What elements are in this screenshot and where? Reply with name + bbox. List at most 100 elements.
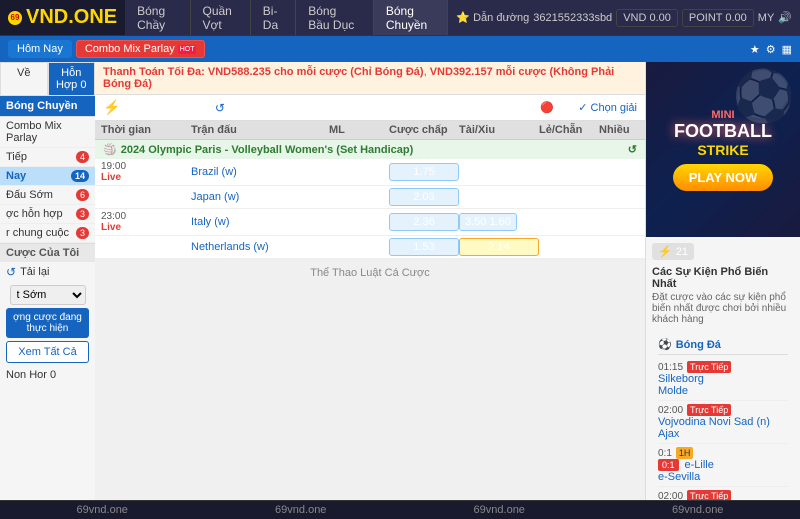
- sidebar-item-nay[interactable]: Nay 14: [0, 167, 95, 186]
- cuoc-cua-toi-label: Cược Của Tôi: [0, 244, 95, 262]
- col-ml: ML: [329, 124, 389, 136]
- user-id: 3621552333sbd: [533, 12, 612, 24]
- ve-tab[interactable]: Về: [0, 62, 48, 96]
- tai-lai-label[interactable]: Tải lại: [20, 266, 49, 278]
- nay-badge: 14: [71, 170, 89, 182]
- event-1-row1: 01:15 Trực Tiếp: [658, 361, 788, 373]
- zap-icon: ⚡: [658, 245, 672, 258]
- sidebar-section-combo: Combo Mix Parlay Tiếp 4 Nay 14 Đấu Sớm 6…: [0, 117, 95, 244]
- footer-link-2[interactable]: 69vnd.one: [275, 504, 326, 516]
- hom-nay-tab[interactable]: Hôm Nay: [8, 40, 72, 58]
- event-2-team2[interactable]: Ajax: [658, 428, 788, 440]
- col-chap: Cược chấp: [389, 124, 459, 136]
- main-layout: Về Hỗn Hợp 0 Bóng Chuyền Combo Mix Parla…: [0, 62, 800, 500]
- vnd-display: VND 0.00: [616, 9, 678, 27]
- refresh-icon[interactable]: ↺: [6, 265, 16, 279]
- tab-bong-chay[interactable]: Bóng Chầy: [125, 0, 190, 35]
- footer-link-1[interactable]: 69vnd.one: [77, 504, 128, 516]
- match-2-xiu-btn[interactable]: 2.14: [459, 238, 539, 256]
- refresh-group-icon[interactable]: ↺: [628, 143, 637, 156]
- match-2-chap2: 1.53: [389, 238, 459, 256]
- event-3-team1[interactable]: 0:1 e-Lille: [658, 459, 788, 471]
- sidebar-item-combo[interactable]: Combo Mix Parlay: [0, 117, 95, 148]
- sidebar-item-tiep[interactable]: Tiếp 4: [0, 148, 95, 167]
- cuoc-dang-btn[interactable]: ợng cược đang thực hiện: [6, 308, 89, 338]
- event-item-4: 02:00 Trực Tiếp Rijeka FC Coprivul Huned…: [658, 487, 788, 500]
- event-3-time: 0:1: [658, 448, 672, 459]
- event-2-time: 02:00: [658, 405, 683, 416]
- refresh-bet-icon[interactable]: ↺: [215, 101, 225, 115]
- bet-type-select[interactable]: t Sớm: [10, 285, 86, 305]
- event-item-1: 01:15 Trực Tiếp Silkeborg Molde: [658, 358, 788, 401]
- ad-banner[interactable]: ⚽ MINI FOOTBALL STRIKE PLAY NOW: [646, 62, 800, 237]
- chung-cuoc-badge: 3: [76, 227, 89, 239]
- match-1-team1[interactable]: Brazil (w): [191, 166, 329, 178]
- match-group-label: 2024 Olympic Paris - Volleyball Women's …: [121, 144, 414, 156]
- star-icon[interactable]: ★: [750, 43, 760, 56]
- match-2-team1[interactable]: Italy (w): [191, 216, 329, 228]
- my-label[interactable]: MY: [758, 12, 775, 24]
- footer-note: Thể Thao Luật Cá Cược: [95, 259, 645, 287]
- tab-quan-vot[interactable]: Quần Vợt: [191, 0, 251, 35]
- checkmark-icon: ✓: [578, 102, 587, 114]
- col-nhieu: Nhiều: [599, 124, 639, 136]
- point-display: POINT 0.00: [682, 9, 754, 27]
- sidebar-item-hon-hop[interactable]: ợc hỗn hợp 3: [0, 205, 95, 224]
- sound-icon[interactable]: 🔊: [778, 11, 792, 24]
- hon-hop-tab[interactable]: Hỗn Hợp 0: [48, 62, 96, 96]
- event-1-status: Trực Tiếp: [687, 361, 731, 373]
- dau-som-badge: 6: [76, 189, 89, 201]
- match-1-ml: 1.50: [329, 166, 389, 178]
- match-1-chap1-btn[interactable]: 1.75: [389, 163, 459, 181]
- right-sidebar: ⚽ MINI FOOTBALL STRIKE PLAY NOW ⚡ 21 Các…: [645, 62, 800, 500]
- event-2-team1[interactable]: Vojvodina Novi Sad (n): [658, 416, 788, 428]
- match-1-team2[interactable]: Japan (w): [191, 191, 329, 203]
- match-2-team2[interactable]: Netherlands (w): [191, 241, 329, 253]
- match-2-xiu: 2.14: [459, 238, 539, 256]
- footer-link-3[interactable]: 69vnd.one: [474, 504, 525, 516]
- footer-link-4[interactable]: 69vnd.one: [672, 504, 723, 516]
- tab-bong-bau-duc[interactable]: Bóng Bầu Dục: [296, 0, 374, 35]
- sport-section: ⚽ Bóng Đá 01:15 Trực Tiếp Silkeborg Mold…: [652, 331, 794, 500]
- sidebar-item-dau-som[interactable]: Đấu Sớm 6: [0, 186, 95, 205]
- event-1-team2[interactable]: Molde: [658, 385, 788, 397]
- cuoc-hon-hop-label: Cược hỗn hợp: [128, 101, 206, 115]
- table-header: Thời gian Trận đấu ML Cược chấp Tài/Xiu …: [95, 121, 645, 140]
- event-1-time: 01:15: [658, 362, 683, 373]
- dan-duong-label: ⭐ Dẫn đường: [456, 11, 529, 24]
- layout-icon[interactable]: ▦: [782, 43, 792, 56]
- football-label: FOOTBALL: [673, 121, 774, 142]
- tai-lai-row: ↺ Tải lại: [0, 262, 95, 282]
- logo-text: VND.ONE: [26, 6, 117, 29]
- mini-label: MINI: [673, 109, 774, 121]
- match-2-chap2-btn[interactable]: 1.53: [389, 238, 459, 256]
- match-1-time: 19:00 Live: [101, 161, 191, 183]
- events-section: ⚡ 21 Các Sự Kiện Phổ Biến Nhất Đặt cược …: [646, 237, 800, 500]
- header-nav: Bóng Chầy Quần Vợt Bi-Da Bóng Bầu Dục Bó…: [125, 0, 800, 35]
- match-row-1: 19:00 Live Brazil (w) 1.50 1.75 Japan (w…: [95, 159, 645, 209]
- play-now-btn[interactable]: PLAY NOW: [673, 164, 774, 191]
- hon-hop-badge: 3: [76, 208, 89, 220]
- event-1-team1[interactable]: Silkeborg: [658, 373, 788, 385]
- sidebar-item-chung-cuoc[interactable]: r chung cuộc 3: [0, 224, 95, 243]
- match-2-chap1-btn[interactable]: 2.36: [389, 213, 459, 231]
- tab-bong-chuyen[interactable]: Bóng Chuyền: [374, 0, 448, 35]
- event-3-team2[interactable]: e-Sevilla: [658, 471, 788, 483]
- left-sidebar: Về Hỗn Hợp 0 Bóng Chuyền Combo Mix Parla…: [0, 62, 95, 500]
- xem-tat-ca-btn[interactable]: Xem Tất Cả: [6, 341, 89, 363]
- match-row-2-line1: 23:00 Live Italy (w) 2.50 2.36 3.50 1.60: [95, 209, 645, 236]
- tab-bi-da[interactable]: Bi-Da: [251, 0, 296, 35]
- combo-tab[interactable]: Combo Mix Parlay HOT: [76, 40, 206, 58]
- match-1-chap2: 2.03: [389, 188, 459, 206]
- col-match: Trận đấu: [191, 124, 329, 136]
- match-2-tai-btn[interactable]: 3.50 1.60: [459, 213, 517, 231]
- chon-giai-btn[interactable]: ✓ Chọn giải: [578, 101, 637, 114]
- top-bar: Hôm Nay Combo Mix Parlay HOT ★ ⚙ ▦: [0, 36, 800, 62]
- match-row-2: 23:00 Live Italy (w) 2.50 2.36 3.50 1.60…: [95, 209, 645, 259]
- header-right: ⭐ Dẫn đường 3621552333sbd VND 0.00 POINT…: [448, 9, 800, 27]
- non-hor-label: Non Hor 0: [0, 366, 95, 384]
- match-1-chap2-btn[interactable]: 2.03: [389, 188, 459, 206]
- header-tabs: Bóng Chầy Quần Vợt Bi-Da Bóng Bầu Dục Bó…: [125, 0, 448, 35]
- settings-icon[interactable]: ⚙: [766, 43, 776, 56]
- top-bar-right: ★ ⚙ ▦: [750, 43, 792, 56]
